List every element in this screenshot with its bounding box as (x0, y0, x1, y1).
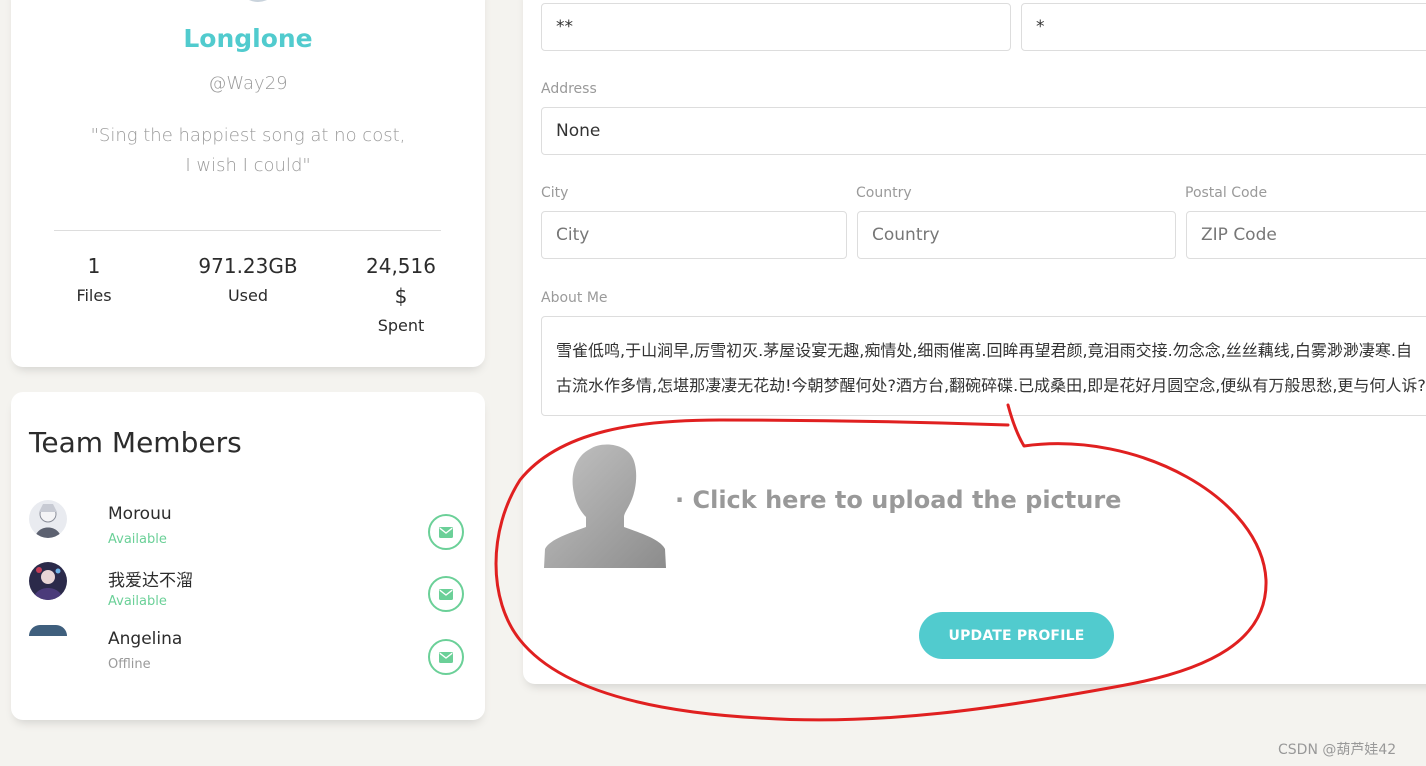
user-handle: @Way29 (208, 73, 288, 94)
city-field[interactable]: City (541, 211, 847, 259)
user-quote-line-1: "Sing the happiest song at no cost, (90, 125, 406, 146)
stat-label: Spent (377, 316, 425, 335)
edit-profile-card: ** * Address None City City Country Coun… (523, 0, 1426, 684)
member-status: Available (108, 594, 167, 609)
stat-value: 1 (87, 254, 101, 278)
city-label: City (541, 185, 569, 201)
user-quote-line-2: I wish I could" (185, 155, 311, 176)
stat-label: Used (227, 286, 269, 305)
member-avatar (29, 562, 67, 600)
envelope-icon (439, 526, 453, 538)
team-members-card: Team Members Morouu Available 我爱达不溜 Avai… (11, 392, 485, 720)
message-button[interactable] (428, 576, 464, 612)
stat-currency: $ (394, 284, 408, 308)
postal-code-field[interactable]: ZIP Code (1186, 211, 1426, 259)
stat-used: 971.23GB Used (189, 251, 307, 311)
divider (54, 230, 441, 231)
stat-value: 24,516 (366, 254, 436, 278)
address-label: Address (541, 81, 597, 97)
user-name: Longlone (183, 24, 313, 53)
member-name: Angelina (108, 629, 183, 649)
address-field[interactable]: None (541, 107, 1426, 155)
stat-files: 1 Files (59, 251, 129, 311)
country-label: Country (856, 185, 912, 201)
message-button[interactable] (428, 514, 464, 550)
message-button[interactable] (428, 639, 464, 675)
user-avatar (237, 0, 279, 2)
member-name: Morouu (108, 504, 172, 524)
stat-label: Files (76, 286, 112, 305)
team-member: Morouu Available (29, 500, 469, 556)
about-me-textarea[interactable]: 雪雀低鸣,于山涧早,厉雪初灭.茅屋设宴无趣,痴情处,细雨催离.回眸再望君颜,竟泪… (541, 316, 1426, 416)
person-silhouette-icon (544, 444, 666, 568)
country-field[interactable]: Country (857, 211, 1176, 259)
member-status: Offline (108, 657, 151, 672)
top-left-field[interactable]: ** (541, 3, 1011, 51)
postal-code-label: Postal Code (1185, 185, 1268, 201)
team-title: Team Members (29, 426, 242, 459)
user-profile-card: Longlone @Way29 "Sing the happiest song … (11, 0, 485, 367)
update-profile-button[interactable]: UPDATE PROFILE (919, 612, 1114, 659)
stat-value: 971.23GB (198, 254, 298, 278)
member-name: 我爱达不溜 (108, 571, 193, 591)
envelope-icon (439, 651, 453, 663)
upload-picture-link[interactable]: · Click here to upload the picture (675, 486, 1121, 514)
about-me-label: About Me (541, 290, 608, 306)
user-quote: "Sing the happiest song at no cost, I wi… (71, 121, 425, 181)
stat-spent: 24,516 $ Spent (361, 251, 441, 341)
envelope-icon (439, 588, 453, 600)
member-status: Available (108, 532, 167, 547)
team-member: 我爱达不溜 Available (29, 562, 469, 618)
member-avatar (29, 500, 67, 538)
upload-picture-button[interactable] (544, 443, 667, 568)
team-member: Angelina Offline (29, 625, 469, 681)
watermark: CSDN @葫芦娃42 (1278, 742, 1397, 758)
top-right-field[interactable]: * (1021, 3, 1426, 51)
member-avatar (29, 625, 67, 636)
